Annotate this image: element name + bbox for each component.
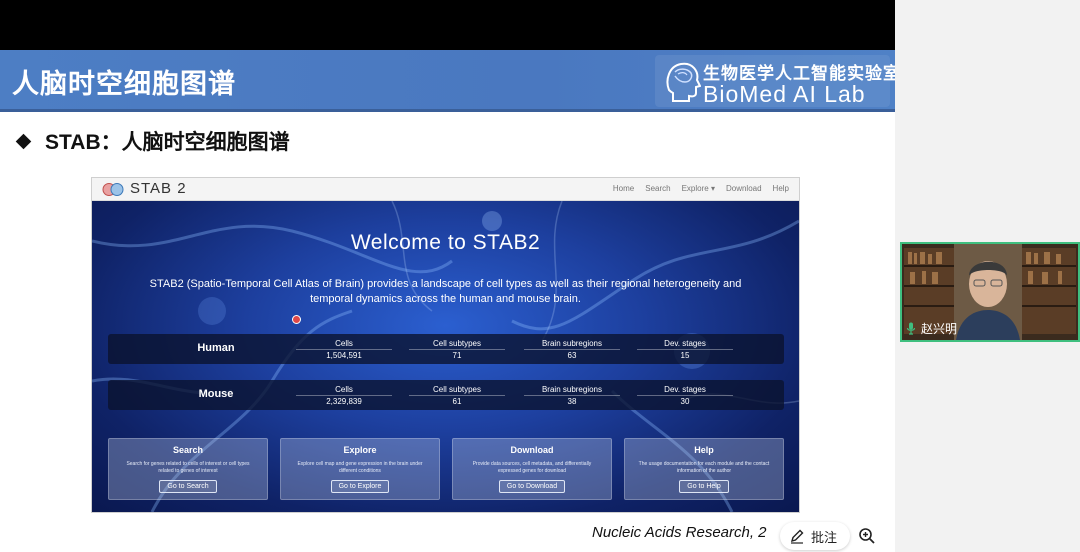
human-stats-row: Human Cells 1,504,591 Cell subtypes 71 B… bbox=[108, 334, 784, 364]
stat-value: 38 bbox=[524, 395, 620, 407]
card-help: Help The usage documentation for each mo… bbox=[624, 438, 784, 500]
card-title: Help bbox=[694, 445, 714, 455]
subtitle-text: STAB：人脑时空细胞图谱 bbox=[45, 131, 290, 154]
site-welcome-title: Welcome to STAB2 bbox=[350, 231, 541, 254]
card-download: Download Provide data sources, cell meta… bbox=[452, 438, 612, 500]
card-desc: Provide data sources, cell metadata, and… bbox=[472, 461, 592, 474]
banner-title: 人脑时空细胞图谱 bbox=[12, 69, 236, 99]
mouse-subtypes-stat: Cell subtypes 61 bbox=[403, 384, 511, 407]
card-desc: Search for genes related to cells of int… bbox=[126, 461, 250, 474]
microphone-icon bbox=[906, 322, 916, 335]
stat-value: 30 bbox=[637, 395, 733, 407]
citation-text: Nucleic Acids Research, 2 bbox=[592, 524, 767, 541]
participant-name-label: 赵兴明 bbox=[906, 320, 957, 337]
annotate-label: 批注 bbox=[811, 529, 838, 545]
mouse-cells-stat: Cells 2,329,839 bbox=[290, 384, 398, 407]
mouse-subregions-stat: Brain subregions 38 bbox=[518, 384, 626, 407]
slide-banner: 人脑时空细胞图谱 生物医学人工智能实验室 BioMed AI Lab bbox=[0, 50, 895, 112]
stat-value: 1,504,591 bbox=[296, 349, 392, 361]
human-subtypes-stat: Cell subtypes 71 bbox=[403, 338, 511, 361]
card-search: Search Search for genes related to cells… bbox=[108, 438, 268, 500]
stat-value: 2,329,839 bbox=[296, 395, 392, 407]
lab-name-en: BioMed AI Lab bbox=[703, 81, 866, 107]
human-stages-stat: Dev. stages 15 bbox=[631, 338, 739, 361]
nav-search-link[interactable]: Search bbox=[645, 184, 670, 193]
stat-value: 15 bbox=[637, 349, 733, 361]
lab-logo-block: 生物医学人工智能实验室 BioMed AI Lab bbox=[655, 55, 895, 107]
site-brand[interactable]: STAB 2 bbox=[130, 180, 187, 197]
feature-cards: Search Search for genes related to cells… bbox=[108, 438, 784, 500]
stat-value: 71 bbox=[409, 349, 505, 361]
meeting-window: 人脑时空细胞图谱 生物医学人工智能实验室 BioMed AI Lab STAB：… bbox=[0, 0, 1080, 552]
card-title: Download bbox=[510, 445, 554, 455]
nav-home-link[interactable]: Home bbox=[613, 184, 634, 193]
go-to-search-button[interactable]: Go to Search bbox=[159, 480, 217, 493]
slide-subtitle: STAB：人脑时空细胞图谱 bbox=[15, 126, 290, 156]
nav-download-link[interactable]: Download bbox=[726, 184, 762, 193]
site-description: STAB2 (Spatio-Temporal Cell Atlas of Bra… bbox=[149, 278, 742, 305]
stat-label: Dev. stages bbox=[664, 339, 706, 348]
stat-label: Cells bbox=[335, 339, 353, 348]
go-to-help-button[interactable]: Go to Help bbox=[679, 480, 729, 493]
top-black-bar bbox=[0, 0, 895, 50]
stat-label: Cell subtypes bbox=[432, 339, 482, 348]
go-to-download-button[interactable]: Go to Download bbox=[498, 480, 566, 493]
annotate-button[interactable]: 批注 bbox=[780, 522, 850, 550]
nav-explore-link[interactable]: Explore ▾ bbox=[682, 184, 715, 193]
site-nav-links: Home Search Explore ▾ Download Help bbox=[613, 184, 789, 193]
laser-pointer-dot bbox=[292, 315, 301, 324]
stat-value: 61 bbox=[409, 395, 505, 407]
zoom-in-button[interactable] bbox=[854, 523, 880, 549]
stat-label: Brain subregions bbox=[541, 339, 603, 348]
mouse-stats-row: Mouse Cells 2,329,839 Cell subtypes 61 B… bbox=[108, 380, 784, 410]
card-explore: Explore Explore cell map and gene expres… bbox=[280, 438, 440, 500]
nav-help-link[interactable]: Help bbox=[773, 184, 789, 193]
go-to-explore-button[interactable]: Go to Explore bbox=[330, 480, 390, 493]
diamond-bullet-icon bbox=[15, 133, 32, 149]
site-hero: Welcome to STAB2 STAB2 (Spatio-Temporal … bbox=[92, 201, 799, 512]
card-title: Explore bbox=[343, 445, 377, 455]
mouse-stages-stat: Dev. stages 30 bbox=[631, 384, 739, 407]
zoom-in-icon bbox=[859, 528, 875, 544]
human-subregions-stat: Brain subregions 63 bbox=[518, 338, 626, 361]
site-navbar: STAB 2 Home Search Explore ▾ Download He… bbox=[92, 178, 799, 201]
brain-head-icon bbox=[666, 62, 701, 102]
card-desc: Explore cell map and gene expression in … bbox=[297, 461, 423, 474]
brain-logo-icon bbox=[102, 183, 124, 196]
stat-label: Brain subregions bbox=[541, 385, 603, 394]
stab2-website-screenshot: STAB 2 Home Search Explore ▾ Download He… bbox=[91, 177, 800, 513]
participant-name: 赵兴明 bbox=[921, 322, 958, 336]
stat-label: Dev. stages bbox=[664, 385, 706, 394]
card-title: Search bbox=[172, 445, 204, 455]
stat-label: Cell subtypes bbox=[432, 385, 482, 394]
human-cells-stat: Cells 1,504,591 bbox=[290, 338, 398, 361]
participant-video-tile[interactable]: 赵兴明 bbox=[900, 242, 1080, 342]
pen-icon bbox=[790, 529, 804, 544]
stat-value: 63 bbox=[524, 349, 620, 361]
card-desc: The usage documentation for each module … bbox=[638, 461, 770, 474]
stat-label: Cells bbox=[335, 385, 353, 394]
shared-slide: 人脑时空细胞图谱 生物医学人工智能实验室 BioMed AI Lab STAB：… bbox=[0, 50, 895, 552]
